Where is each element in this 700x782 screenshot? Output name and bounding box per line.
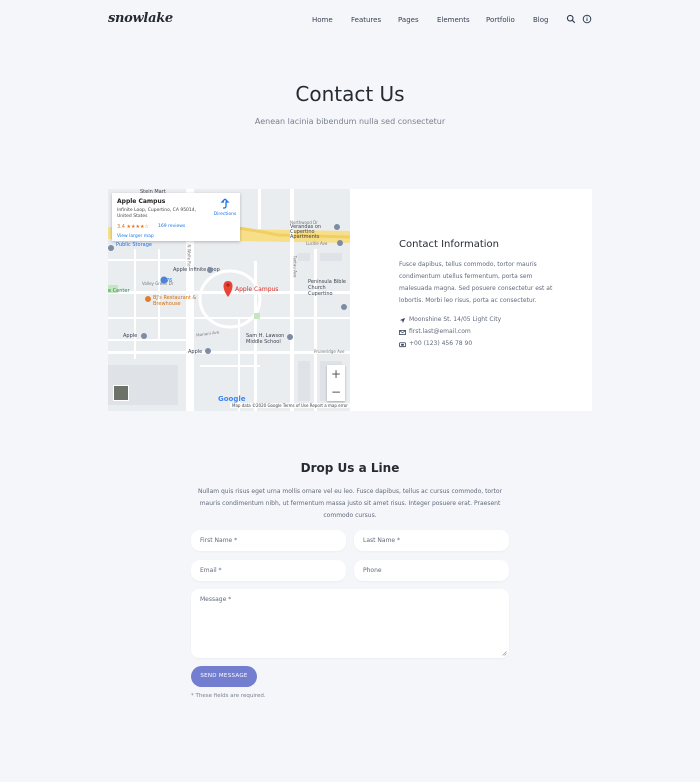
google-map[interactable]: Stein Mart Public Storage Northwood Dr V…	[108, 189, 350, 411]
email-placeholder: Email *	[200, 567, 222, 574]
nav-elements[interactable]: Elements	[437, 16, 470, 24]
required-note: * These fields are required.	[191, 693, 266, 699]
directions-icon	[220, 198, 230, 209]
location-arrow-icon	[399, 317, 406, 324]
contact-phone-row: +00 (123) 456 78 90	[399, 338, 559, 350]
zoom-out-button[interactable]: −	[327, 383, 345, 401]
contact-title: Contact Information	[399, 239, 499, 250]
google-logo: Google	[218, 395, 246, 403]
page-title: Contact Us	[295, 82, 405, 106]
nav-blog[interactable]: Blog	[533, 16, 548, 24]
search-icon[interactable]	[566, 14, 576, 24]
place-reviews-link[interactable]: 169 reviews	[158, 224, 185, 229]
info-icon[interactable]	[582, 14, 592, 24]
place-name: Apple Campus	[117, 198, 166, 205]
contact-email-row: first.last@email.com	[399, 326, 559, 338]
envelope-icon	[399, 330, 406, 335]
message-placeholder: Message *	[200, 596, 232, 603]
resize-handle-icon[interactable]	[502, 651, 507, 656]
contact-address: Moonshine St. 14/05 Light City	[409, 316, 502, 323]
phone-icon	[399, 342, 406, 348]
contact-email[interactable]: first.last@email.com	[409, 328, 471, 335]
nav-pages[interactable]: Pages	[398, 16, 419, 24]
first-name-placeholder: First Name *	[200, 537, 238, 544]
form-title: Drop Us a Line	[300, 461, 400, 475]
nav-home[interactable]: Home	[312, 16, 333, 24]
page-subtitle: Aenean lacinia bibendum nulla sed consec…	[254, 117, 446, 126]
contact-address-row: Moonshine St. 14/05 Light City	[399, 314, 559, 326]
place-address: Infinite Loop, Cupertino, CA 95014, Unit…	[117, 208, 197, 219]
form-description: Nullam quis risus eget urna mollis ornar…	[197, 488, 503, 519]
contact-phone: +00 (123) 456 78 90	[409, 340, 473, 347]
map-zoom-controls: + −	[327, 365, 345, 401]
email-field[interactable]: Email *	[191, 560, 346, 581]
phone-field[interactable]: Phone	[354, 560, 509, 581]
nav-portfolio[interactable]: Portfolio	[486, 16, 515, 24]
contact-card: Stein Mart Public Storage Northwood Dr V…	[108, 189, 592, 411]
zoom-in-button[interactable]: +	[327, 365, 345, 383]
contact-information: Contact Information Fusce dapibus, tellu…	[399, 239, 559, 350]
map-attribution: Map data ©2020 Google Terms of Use Repor…	[230, 403, 350, 408]
phone-placeholder: Phone	[363, 567, 382, 574]
last-name-placeholder: Last Name *	[363, 537, 401, 544]
view-larger-map-link[interactable]: View larger map	[117, 234, 154, 239]
first-name-field[interactable]: First Name *	[191, 530, 346, 551]
place-info-card: Apple Campus Infinite Loop, Cupertino, C…	[112, 193, 240, 241]
place-rating: 3.4 ★★★★☆	[117, 224, 149, 230]
last-name-field[interactable]: Last Name *	[354, 530, 509, 551]
directions-label: Directions	[213, 212, 237, 217]
directions-button[interactable]: Directions	[212, 198, 238, 220]
message-field[interactable]: Message *	[191, 589, 509, 658]
nav-features[interactable]: Features	[351, 16, 381, 24]
send-message-button[interactable]: SEND MESSAGE	[191, 666, 257, 687]
site-header: snowlake Home Features Pages Elements Po…	[0, 0, 700, 40]
contact-text: Fusce dapibus, tellus commodo, tortor ma…	[399, 261, 553, 304]
logo[interactable]: snowlake	[108, 11, 173, 26]
satellite-toggle-thumbnail[interactable]	[113, 385, 129, 401]
